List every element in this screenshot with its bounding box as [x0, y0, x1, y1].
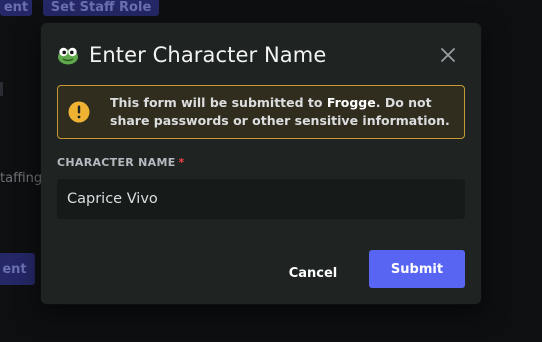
cancel-button[interactable]: Cancel — [281, 254, 345, 292]
background-divider — [0, 82, 3, 96]
background-button-partial: ent — [0, 0, 32, 16]
warning-text: This form will be submitted to Frogge. D… — [110, 95, 450, 128]
background-button-partial-bottom: ent — [0, 253, 35, 285]
frog-icon — [58, 47, 78, 65]
submit-button[interactable]: Submit — [369, 250, 465, 288]
background-text-partial: taffing — [0, 171, 43, 186]
required-marker: * — [178, 156, 185, 169]
character-name-label: CHARACTER NAME * — [57, 156, 185, 169]
warning-notice: This form will be submitted to Frogge. D… — [57, 85, 465, 139]
warning-icon — [68, 101, 90, 123]
modal-header: Enter Character Name — [57, 39, 465, 71]
modal-title: Enter Character Name — [89, 43, 327, 67]
close-button[interactable] — [437, 44, 459, 66]
warning-brand: Frogge — [326, 95, 376, 110]
close-icon — [441, 48, 455, 62]
set-staff-role-button: Set Staff Role — [43, 0, 159, 16]
character-name-input[interactable] — [57, 179, 465, 219]
enter-character-name-modal: Enter Character Name This form will be s… — [41, 23, 481, 304]
